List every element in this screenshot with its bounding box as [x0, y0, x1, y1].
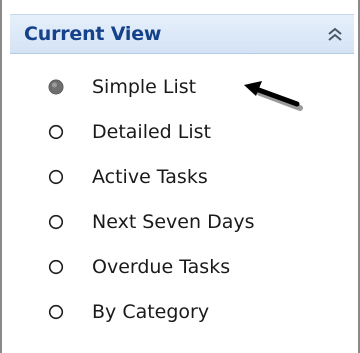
- radio-selected-icon[interactable]: [48, 79, 64, 95]
- view-option-next-seven-days[interactable]: Next Seven Days: [48, 207, 254, 237]
- current-view-header[interactable]: Current View: [10, 14, 354, 54]
- radio-unselected-icon[interactable]: [48, 214, 64, 230]
- view-option-label: Overdue Tasks: [92, 256, 231, 278]
- radio-unselected-icon[interactable]: [48, 259, 64, 275]
- view-option-label: Detailed List: [92, 121, 211, 143]
- view-option-label: Next Seven Days: [92, 211, 255, 233]
- current-view-title: Current View: [24, 23, 162, 45]
- view-option-label: Active Tasks: [92, 166, 208, 188]
- radio-unselected-icon[interactable]: [48, 169, 64, 185]
- view-option-by-category[interactable]: By Category: [48, 297, 209, 327]
- radio-unselected-icon[interactable]: [48, 304, 64, 320]
- view-option-label: By Category: [92, 301, 210, 323]
- pointer-arrow-icon: [240, 78, 304, 114]
- view-option-overdue-tasks[interactable]: Overdue Tasks: [48, 252, 230, 282]
- double-chevron-up-icon[interactable]: [326, 25, 344, 45]
- view-option-simple-list[interactable]: Simple List: [48, 72, 196, 102]
- radio-unselected-icon[interactable]: [48, 124, 64, 140]
- view-option-detailed-list[interactable]: Detailed List: [48, 117, 211, 147]
- view-option-active-tasks[interactable]: Active Tasks: [48, 162, 208, 192]
- navigation-pane: Current View Simple List Detailed List A…: [0, 0, 360, 353]
- view-option-label: Simple List: [92, 76, 197, 98]
